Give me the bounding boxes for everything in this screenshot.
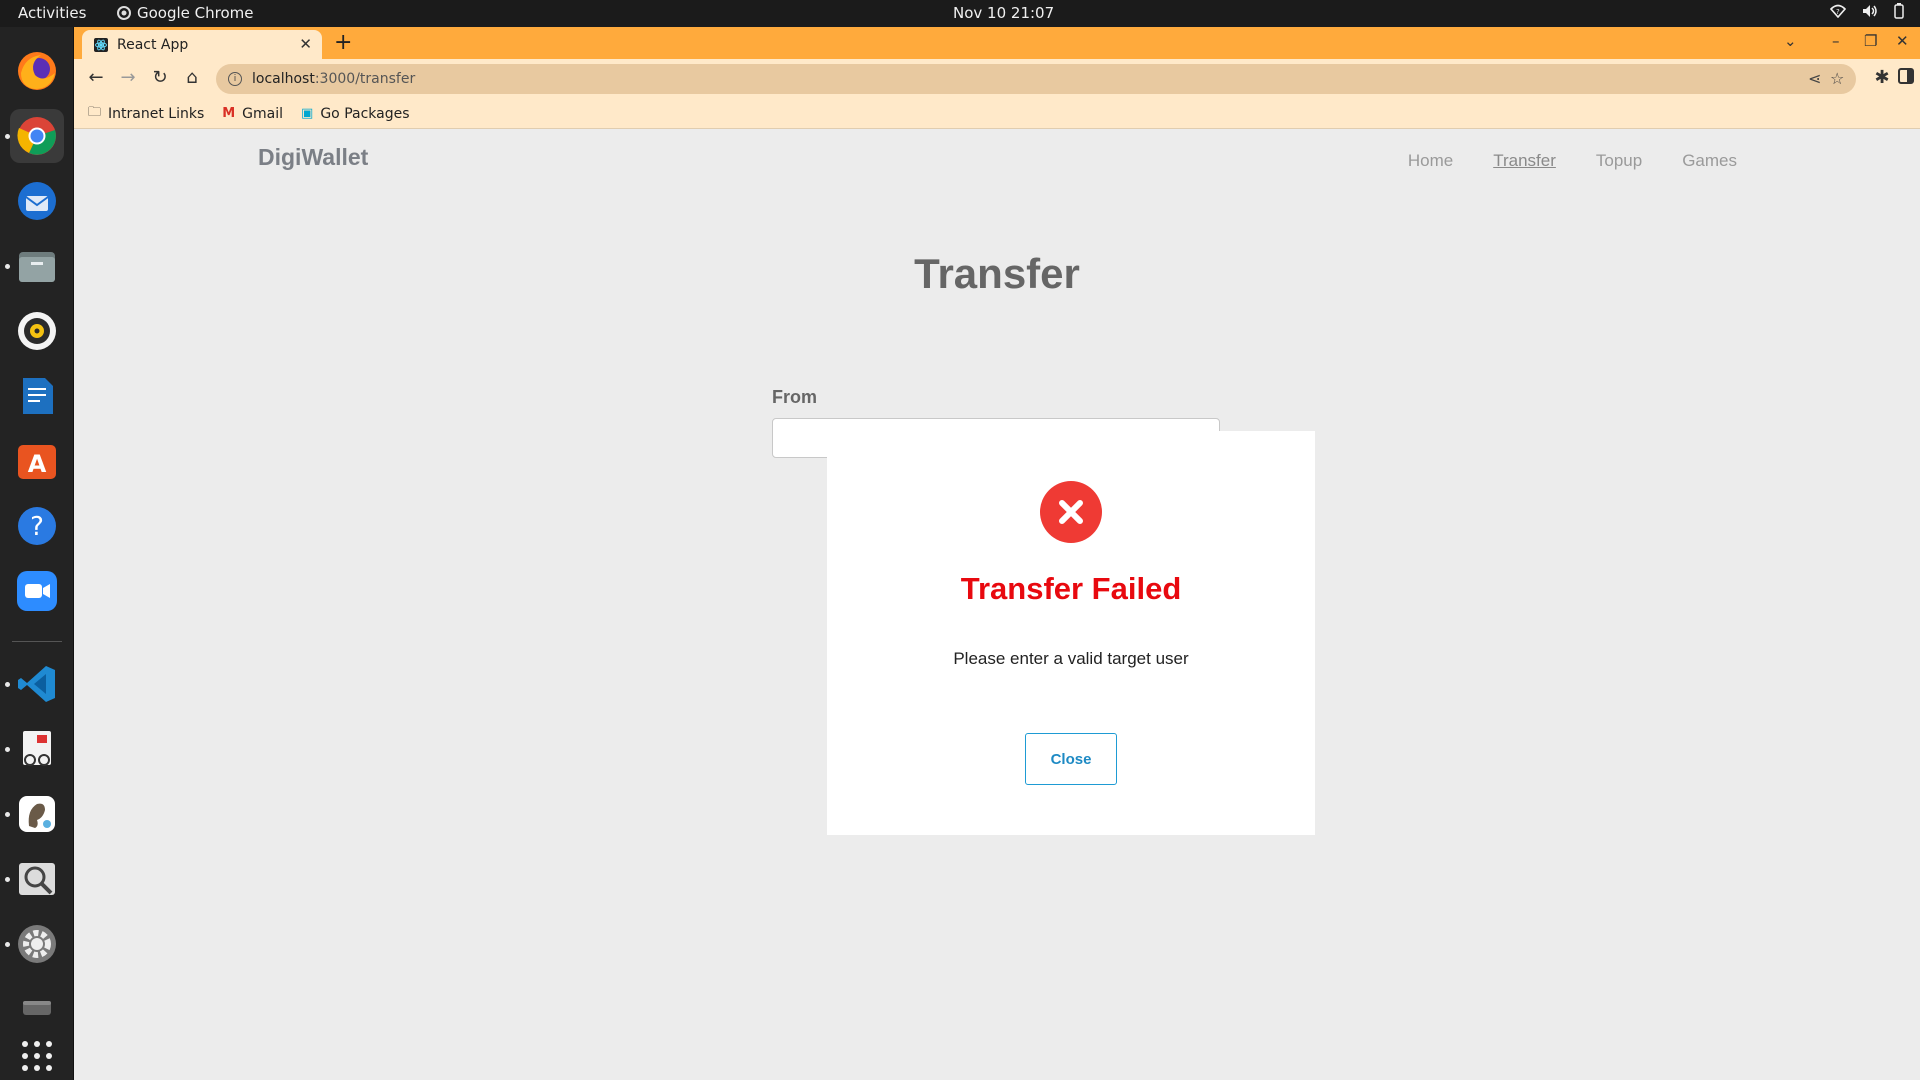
extensions-icon[interactable]: ✱ <box>1870 67 1894 88</box>
from-label: From <box>772 387 817 407</box>
system-tray[interactable]: ? <box>1830 3 1904 19</box>
focused-app-menu[interactable]: Google Chrome <box>117 4 254 22</box>
running-indicator <box>5 264 10 269</box>
tab-close-icon[interactable]: ✕ <box>299 35 312 53</box>
zoom-icon[interactable] <box>10 564 64 618</box>
running-indicator <box>5 942 10 947</box>
image-viewer-icon[interactable] <box>10 852 64 906</box>
forward-arrow-icon[interactable]: → <box>116 67 140 88</box>
volume-icon <box>1863 5 1877 17</box>
tab-search-icon[interactable]: ⌄ <box>1784 32 1797 50</box>
running-indicator <box>5 134 10 139</box>
vscode-icon[interactable] <box>10 657 64 711</box>
clock[interactable]: Nov 10 21:07 <box>953 4 1054 22</box>
files-icon[interactable] <box>10 239 64 293</box>
folder-icon: 🗀 <box>88 104 102 120</box>
error-x-icon <box>1040 481 1102 543</box>
writer-icon[interactable] <box>10 369 64 423</box>
app-center-icon[interactable]: A <box>10 434 64 488</box>
system-top-bar: Activities Google Chrome Nov 10 21:07 ? <box>0 0 1920 27</box>
brand-logo[interactable]: DigiWallet <box>258 144 368 171</box>
nav-transfer[interactable]: Transfer <box>1493 151 1556 171</box>
go-gopher-icon: ▣ <box>301 106 314 121</box>
home-icon[interactable]: ⌂ <box>180 67 204 88</box>
bookmark-star-icon[interactable]: ☆ <box>1830 69 1844 88</box>
nav-topup[interactable]: Topup <box>1596 151 1642 171</box>
modal-title: Transfer Failed <box>960 571 1182 606</box>
side-panel-icon[interactable] <box>1894 68 1918 89</box>
share-icon[interactable]: ⋖ <box>1808 69 1821 88</box>
nav-games[interactable]: Games <box>1682 151 1737 171</box>
minimize-icon[interactable]: – <box>1832 32 1840 50</box>
gimp-icon[interactable] <box>10 787 64 841</box>
running-indicator <box>5 812 10 817</box>
dock: A ? <box>0 27 74 1080</box>
settings-icon[interactable] <box>10 917 64 971</box>
bookmark-gmail[interactable]: M Gmail <box>222 106 283 122</box>
back-arrow-icon[interactable]: ← <box>84 67 108 88</box>
help-icon[interactable]: ? <box>10 499 64 553</box>
chrome-icon[interactable] <box>10 109 64 163</box>
bookmarks-bar: 🗀 Intranet Links M Gmail ▣ Go Packages <box>74 99 1920 129</box>
address-bar[interactable]: i localhost:3000/transfer ⋖ ☆ <box>216 64 1856 94</box>
document-viewer-icon[interactable] <box>10 722 64 776</box>
wifi-icon: ? <box>1830 4 1846 18</box>
chrome-small-icon <box>117 6 131 20</box>
svg-text:?: ? <box>30 512 44 542</box>
running-indicator <box>5 747 10 752</box>
bookmark-label: Gmail <box>242 105 284 122</box>
site-info-icon[interactable]: i <box>228 72 242 86</box>
bookmark-intranet-links[interactable]: 🗀 Intranet Links <box>88 103 204 125</box>
page-title: Transfer <box>914 250 1080 297</box>
new-tab-button[interactable]: + <box>334 30 352 55</box>
thunderbird-icon[interactable] <box>10 174 64 228</box>
svg-text:A: A <box>28 450 47 478</box>
svg-text:?: ? <box>1836 8 1840 16</box>
activities-button[interactable]: Activities <box>18 4 86 22</box>
app-grid-icon[interactable] <box>10 1029 64 1080</box>
error-modal: Transfer Failed Please enter a valid tar… <box>827 431 1315 835</box>
bookmark-label: Intranet Links <box>108 105 205 122</box>
firefox-icon[interactable] <box>10 44 64 98</box>
url-host: localhost <box>252 71 315 87</box>
nav-home[interactable]: Home <box>1408 151 1453 171</box>
running-indicator <box>5 877 10 882</box>
reload-icon[interactable]: ↻ <box>148 67 172 88</box>
browser-window: React App ✕ + ⌄ – ❐ ✕ ← → ↻ ⌂ i localhos… <box>74 27 1920 1080</box>
rhythmbox-icon[interactable] <box>10 304 64 358</box>
bookmark-label: Go Packages <box>320 105 410 122</box>
drive-icon[interactable] <box>10 982 64 1036</box>
browser-tab[interactable]: React App ✕ <box>82 30 322 59</box>
react-favicon-icon <box>94 37 108 52</box>
gmail-icon: M <box>222 106 236 121</box>
focused-app-name: Google Chrome <box>137 4 254 22</box>
url-path: :3000/transfer <box>314 71 416 87</box>
tab-strip: React App ✕ + ⌄ – ❐ ✕ <box>74 27 1920 59</box>
browser-toolbar: ← → ↻ ⌂ i localhost:3000/transfer ⋖ ☆ ✱ <box>74 59 1920 99</box>
battery-icon <box>1894 3 1904 19</box>
bookmark-go-packages[interactable]: ▣ Go Packages <box>301 106 410 122</box>
main-nav: Home Transfer Topup Games <box>1408 151 1737 171</box>
dock-separator <box>12 641 62 642</box>
tab-title: React App <box>117 36 189 53</box>
close-button[interactable]: Close <box>1025 733 1117 785</box>
restore-icon[interactable]: ❐ <box>1864 32 1877 50</box>
close-window-icon[interactable]: ✕ <box>1896 32 1909 50</box>
modal-message: Please enter a valid target user <box>953 649 1189 668</box>
running-indicator <box>5 682 10 687</box>
